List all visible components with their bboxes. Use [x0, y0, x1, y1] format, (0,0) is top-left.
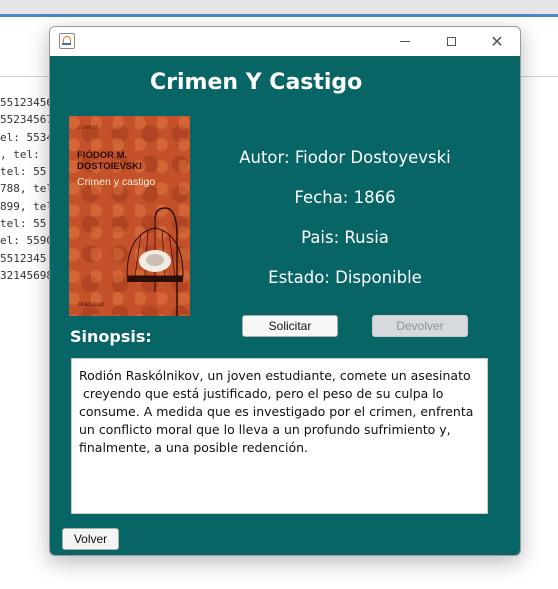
minimize-icon — [400, 41, 410, 42]
background-console-line: el: 5590 — [0, 234, 53, 248]
request-button[interactable]: Solicitar — [242, 315, 338, 337]
close-icon: ✕ — [490, 32, 504, 51]
maximize-icon — [446, 37, 456, 46]
book-cover-image: CLÁSICOS FIÓDOR M. DOSTOIEVSKI Crimen y … — [69, 116, 190, 316]
synopsis-label: Sinopsis: — [70, 327, 152, 346]
status-label: Estado: Disponible — [268, 268, 422, 287]
background-console-line: , tel: — [0, 147, 47, 161]
background-console-line: 899, tel — [0, 199, 53, 213]
cover-publisher-top: CLÁSICOS — [78, 125, 99, 130]
author-label: Autor: Fiodor Dostoyevski — [239, 148, 451, 167]
java-icon — [59, 33, 75, 49]
maximize-button[interactable] — [428, 27, 474, 56]
background-console-line: 5512345 — [0, 251, 47, 265]
synopsis-text: Rodión Raskólnikov, un joven estudiante,… — [79, 368, 474, 455]
cover-book-title: Crimen y castigo — [77, 176, 156, 188]
background-console-line: tel: 55 — [0, 217, 47, 231]
back-button[interactable]: Volver — [62, 528, 119, 550]
background-window-topbar — [0, 0, 558, 17]
cover-publisher-bottom: DEBOLSILLO — [79, 302, 104, 307]
background-console-text: 55123456 55234567 el: 5534 , tel: tel: 55 78… — [0, 94, 53, 284]
cover-author: FIÓDOR M. DOSTOIEVSKI — [77, 150, 142, 172]
minimize-button[interactable] — [382, 27, 428, 56]
book-detail-dialog: ✕ Crimen Y Castigo CLÁSICOS FIÓDOR M. DO… — [49, 26, 521, 556]
book-panel: Crimen Y Castigo CLÁSICOS FIÓDOR M. DOST… — [50, 56, 520, 555]
background-console-line: tel: 55 — [0, 165, 47, 179]
background-console-line: 55234567 — [0, 113, 53, 127]
background-console-line: 32145698 — [0, 268, 53, 282]
background-console-line: 788, tel — [0, 182, 53, 196]
country-label: Pais: Rusia — [301, 228, 389, 247]
title-bar[interactable]: ✕ — [50, 27, 520, 56]
synopsis-textarea[interactable]: Rodión Raskólnikov, un joven estudiante,… — [71, 358, 488, 514]
background-console-line: 55123456 — [0, 96, 53, 109]
book-title: Crimen Y Castigo — [150, 70, 363, 95]
close-button[interactable]: ✕ — [474, 27, 520, 56]
background-console-line: el: 5534 — [0, 130, 53, 144]
return-button[interactable]: Devolver — [372, 315, 468, 337]
date-label: Fecha: 1866 — [294, 188, 396, 207]
cover-birdcage-illustration — [126, 207, 184, 316]
